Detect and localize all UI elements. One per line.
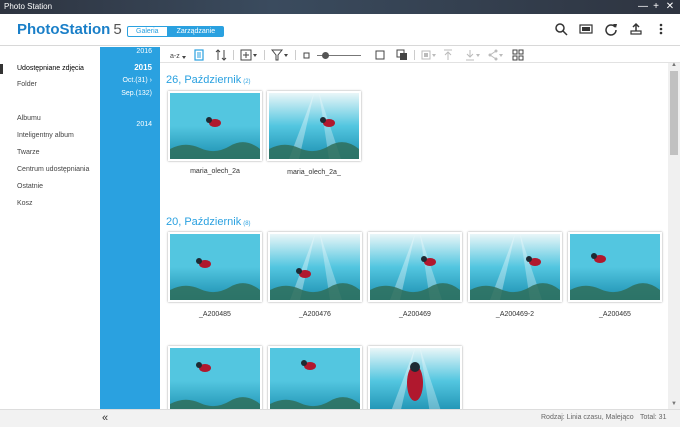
photo-thumbnail[interactable] (268, 232, 362, 302)
photo-caption: _A200469 (399, 311, 431, 318)
photo-caption: maria_olech_2a_ (287, 169, 341, 176)
app-header: PhotoStation 5 Galeria Zarządzanie (0, 14, 680, 46)
underwater-photo (270, 348, 360, 409)
underwater-photo (270, 234, 360, 300)
toolbar-separator (414, 50, 415, 60)
sidebar-active-indicator (0, 64, 3, 74)
copy-icon[interactable] (421, 49, 437, 61)
window-titlebar: Photo Station — + ✕ (0, 0, 680, 14)
thumb-fit-icon[interactable] (396, 49, 408, 61)
group-date: 26, Październik (166, 74, 242, 86)
photo-thumbnail[interactable] (267, 91, 361, 161)
timeline-month-oct[interactable]: Oct.(31) › (122, 77, 152, 84)
more-icon[interactable] (654, 22, 668, 36)
download-icon[interactable] (465, 49, 481, 61)
timeline-year-2016[interactable]: 2016 (136, 48, 152, 55)
sort-order-icon[interactable] (215, 49, 227, 61)
scroll-down-arrow[interactable]: ▼ (670, 401, 678, 407)
timeline-view-icon[interactable] (194, 49, 204, 61)
scroll-up-arrow[interactable]: ▲ (670, 62, 678, 68)
sidebar-item-recent[interactable]: Ostatnie (17, 183, 43, 190)
group-count: (8) (243, 221, 251, 227)
photo-thumbnail[interactable] (168, 346, 262, 409)
maximize-button[interactable]: + (650, 1, 662, 13)
underwater-photo (370, 234, 460, 300)
toolbar-separator (264, 50, 265, 60)
photo-thumbnail[interactable] (168, 91, 262, 161)
underwater-photo (570, 234, 660, 300)
photo-caption: maria_olech_2a (190, 168, 240, 175)
minimize-button[interactable]: — (637, 1, 649, 13)
underwater-photo (470, 234, 560, 300)
timeline-month-sep[interactable]: Sep.(132) (121, 90, 152, 97)
mode-switch: Galeria Zarządzanie (127, 26, 225, 37)
photo-thumbnail[interactable] (568, 232, 662, 302)
scrollbar-thumb[interactable] (670, 71, 678, 155)
photo-thumbnail[interactable] (168, 232, 262, 302)
photo-caption: _A200476 (299, 311, 331, 318)
total-count: Total: 31 (640, 414, 667, 421)
toolbar-separator (233, 50, 234, 60)
sidebar-item-folder[interactable]: Folder (17, 81, 37, 88)
gallery-mode-button[interactable]: Galeria (127, 26, 168, 37)
search-icon[interactable] (554, 22, 568, 36)
group-title: 20, Październik (8) (166, 216, 251, 228)
sidebar-item-faces[interactable]: Twarze (17, 149, 40, 156)
toolbar: a-z (160, 47, 680, 63)
underwater-photo (370, 348, 460, 409)
underwater-photo (170, 234, 260, 300)
sidebar-item-smart-album[interactable]: Inteligentny album (17, 132, 74, 139)
photo-thumbnail[interactable] (368, 232, 462, 302)
sort-az-icon[interactable]: a-z (170, 49, 186, 61)
add-icon[interactable] (240, 49, 258, 61)
timeline-year-2015[interactable]: 2015 (134, 63, 152, 72)
underwater-photo (269, 93, 359, 159)
app-logo[interactable]: PhotoStation 5 (17, 21, 122, 38)
sidebar-item-trash[interactable]: Kosz (17, 200, 33, 207)
vertical-scrollbar[interactable]: ▲ ▼ (668, 62, 680, 409)
thumb-small-icon[interactable] (303, 49, 311, 61)
thumb-large-icon[interactable] (375, 49, 385, 61)
window-title: Photo Station (4, 2, 53, 11)
sidebar-item-album[interactable]: Albumu (17, 115, 41, 122)
logo-text: PhotoStation (17, 21, 111, 38)
svg-text:a-z: a-z (170, 53, 180, 60)
group-title: 26, Październik (2) (166, 74, 251, 86)
photo-thumbnail[interactable] (468, 232, 562, 302)
underwater-photo (170, 348, 260, 409)
close-button[interactable]: ✕ (664, 1, 676, 13)
manage-mode-button[interactable]: Zarządzanie (167, 26, 225, 37)
group-date: 20, Październik (166, 216, 242, 228)
timeline-year-2014[interactable]: 2014 (136, 121, 152, 128)
photo-caption: _A200469-2 (495, 311, 535, 318)
underwater-photo (170, 93, 260, 159)
refresh-icon[interactable] (604, 22, 618, 36)
group-count: (2) (243, 79, 251, 85)
sidebar-item-sharing-center[interactable]: Centrum udostępniania (17, 166, 89, 173)
timeline: 2016 2015 Oct.(31) › Sep.(132) 2014 (100, 47, 160, 409)
upload-icon[interactable] (443, 49, 453, 61)
header-icons (554, 22, 668, 36)
sidebar-item-shared-photos[interactable]: Udostępniane zdjęcia (17, 65, 84, 72)
photo-thumbnail[interactable] (368, 346, 462, 409)
slideshow-icon[interactable] (579, 22, 593, 36)
share-icon[interactable] (488, 49, 504, 61)
photo-station-window: Photo Station — + ✕ PhotoStation 5 Galeri… (0, 0, 680, 427)
filter-icon[interactable] (270, 49, 289, 61)
upload-icon[interactable] (629, 22, 643, 36)
sidebar: Udostępniane zdjęcia Folder Albumu Intel… (0, 47, 100, 409)
toolbar-separator (295, 50, 296, 60)
sort-status: Rodzaj: Linia czasu, Malejąco (541, 414, 634, 421)
photo-caption: _A200485 (199, 311, 231, 318)
zoom-slider-knob[interactable] (321, 52, 329, 59)
photo-grid: 26, Październik (2) maria_olech_2a maria_… (160, 63, 668, 409)
photo-caption: _A200465 (599, 311, 631, 318)
collapse-panel-button[interactable]: « (102, 412, 108, 424)
status-bar: « Rodzaj: Linia czasu, Malejąco Total: 3… (0, 409, 680, 427)
logo-version: 5 (113, 21, 122, 38)
grid-icon[interactable] (512, 49, 524, 61)
photo-thumbnail[interactable] (268, 346, 362, 409)
